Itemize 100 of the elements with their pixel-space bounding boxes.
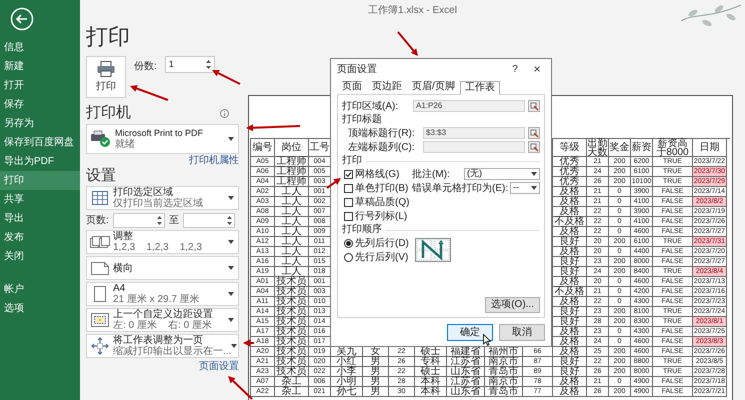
spinner-arrows-icon[interactable] (156, 214, 162, 226)
table-cell: 技术员 (275, 327, 309, 337)
setting-dropdown[interactable]: 调整 1,2,3 1,2,3 1,2,3 (86, 230, 239, 254)
range-picker-icon[interactable] (528, 127, 540, 139)
help-button[interactable]: ? (507, 62, 523, 76)
table-cell: 小明 (331, 377, 363, 387)
table-cell: 山东省 (447, 367, 485, 377)
close-button[interactable]: × (529, 60, 545, 78)
column-header: 薪资 (631, 139, 653, 157)
sidebar-item[interactable]: 保存到百度网盘 (0, 133, 80, 152)
table-cell: 工程师 (275, 167, 309, 177)
print-area-field[interactable]: A1:P26 (413, 100, 525, 112)
table-cell: 本科 (415, 377, 447, 387)
portrait-page-icon (94, 286, 106, 302)
errors-dropdown[interactable]: -- (510, 182, 540, 194)
table-cell: 江苏省 (447, 357, 485, 367)
table-cell: 良好 (553, 257, 587, 267)
copies-field[interactable]: 1 (164, 56, 215, 73)
checkbox[interactable] (344, 170, 353, 178)
tab[interactable]: 页边距 (367, 80, 407, 94)
field-label: 打印区域(A): (342, 100, 400, 114)
title-columns-field[interactable] (423, 141, 525, 153)
table-cell: 及格 (553, 227, 587, 237)
sidebar-item[interactable]: 发布 (0, 228, 80, 247)
sidebar-item[interactable]: 导出 (0, 209, 80, 228)
setting-dropdown[interactable]: 打印选定区域 仅打印当前选定区域 (86, 186, 239, 210)
caret-icon (228, 240, 234, 244)
checkbox[interactable] (344, 184, 353, 192)
table-cell: 技术员 (275, 317, 309, 327)
page-to-field[interactable] (182, 212, 235, 228)
table-cell: 专科 (415, 357, 447, 367)
tab[interactable]: 工作表 (460, 81, 500, 95)
tab[interactable]: 页面 (337, 80, 367, 94)
annotation-arrow (326, 178, 341, 189)
table-cell: 不及格 (553, 287, 587, 297)
info-icon[interactable] (220, 108, 229, 118)
table-cell: 技术员 (275, 337, 309, 347)
spinner-arrows-icon[interactable] (206, 59, 211, 70)
tab[interactable]: 页眉/页脚 (407, 80, 460, 94)
table-cell: 硕士 (415, 367, 447, 377)
printer-ready-icon (90, 130, 112, 148)
page-setup-link[interactable]: 页面设置 (199, 360, 239, 373)
table-cell: 工人 (275, 247, 309, 257)
fit-to-page-icon (91, 337, 109, 355)
caret-icon (228, 196, 234, 200)
range-picker-icon[interactable] (528, 100, 540, 112)
table-cell: 及格 (553, 347, 587, 357)
sidebar-item[interactable]: 帐户 (0, 280, 80, 299)
sidebar-item[interactable]: 共享 (0, 190, 80, 209)
range-picker-icon[interactable] (528, 141, 540, 153)
table-cell: 良好 (553, 317, 587, 327)
sidebar-item[interactable]: 另存为 (0, 114, 80, 133)
setting-dropdown[interactable]: 将工作表调整为一页 缩减打印输出以显示在一... (86, 334, 239, 358)
table-cell: 工人 (275, 217, 309, 227)
caret-icon (531, 186, 537, 190)
table-cell: 及格 (553, 197, 587, 207)
table-cell: 工人 (275, 187, 309, 197)
group-heading: 打印标题 (342, 114, 383, 126)
sidebar-item[interactable]: 新建 (0, 57, 80, 76)
column-header: 日期 (693, 139, 727, 157)
printer-dropdown[interactable]: Microsoft Print to PDF 就绪 (86, 124, 239, 154)
setting-dropdown[interactable]: 横向 (86, 256, 239, 280)
section-heading: 打印机 (86, 104, 131, 122)
checkbox[interactable] (344, 212, 353, 220)
sidebar-item[interactable]: 导出为PDF (0, 152, 80, 171)
table-cell: 及格 (553, 297, 587, 307)
page-from-field[interactable] (112, 212, 165, 228)
checkbox[interactable] (344, 198, 353, 206)
ok-button[interactable]: 确定 (447, 324, 493, 340)
table-cell: 小红 (331, 357, 363, 367)
table-cell: 杂工 (275, 387, 309, 397)
table-cell: 山东省 (447, 387, 485, 397)
print-button[interactable]: 打印 (86, 56, 126, 98)
sidebar-item[interactable]: 信息 (0, 38, 80, 57)
cancel-button[interactable]: 取消 (499, 324, 545, 340)
table-cell: 技术员 (275, 287, 309, 297)
pages-to-label: 至 (168, 214, 179, 228)
spinner-arrows-icon[interactable] (226, 214, 232, 226)
setting-dropdown[interactable]: 上一个自定义边距设置 左: 0 厘米 右: 0 厘米 (86, 308, 239, 332)
annotation-arrow (228, 376, 253, 400)
radio-button[interactable] (344, 238, 353, 248)
setting-dropdown[interactable]: A4 21 厘米 x 29.7 厘米 (86, 282, 239, 306)
back-icon[interactable] (10, 7, 34, 31)
sidebar-item[interactable]: 关闭 (0, 247, 80, 266)
sidebar-item[interactable]: 打开 (0, 76, 80, 95)
sidebar-item[interactable]: 打印 (0, 171, 80, 190)
page-heading: 打印 (86, 23, 131, 51)
column-header: 编号 (251, 139, 275, 157)
sidebar-item[interactable]: 保存 (0, 95, 80, 114)
title-rows-field[interactable]: $3:$3 (423, 127, 525, 139)
printer-properties-link[interactable]: 打印机属性 (189, 154, 239, 167)
options-button[interactable]: 选项(O)... (485, 297, 540, 313)
comments-dropdown[interactable]: (无) (464, 168, 540, 180)
field-label: 顶端标题行(R): (348, 126, 416, 140)
column-header: 岗位 (275, 139, 309, 157)
table-cell: 青岛市 (485, 387, 523, 397)
checkbox-label: 网格线(G) (355, 168, 400, 182)
caret-icon (228, 137, 234, 141)
radio-button[interactable] (344, 252, 353, 262)
sidebar-item[interactable]: 选项 (0, 299, 80, 318)
